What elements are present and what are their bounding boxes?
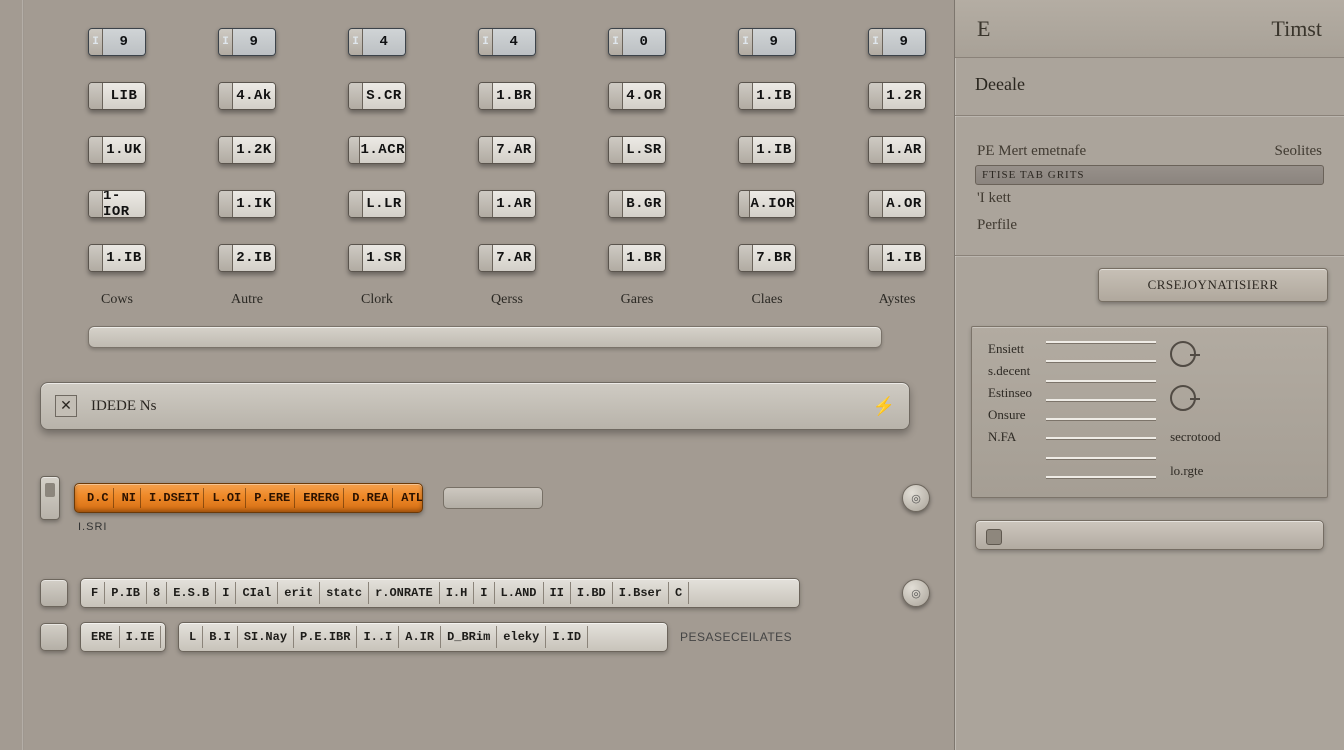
column-label: Claes — [738, 292, 796, 308]
grid-cell[interactable]: 7.AR — [478, 244, 536, 272]
track-toggle[interactable] — [40, 476, 60, 520]
column-label: Clork — [348, 292, 406, 308]
grid-cell[interactable]: 1.2K — [218, 136, 276, 164]
grid-cell[interactable]: 1.ACR — [348, 136, 406, 164]
grid-cell[interactable]: LIB — [88, 82, 146, 110]
grid-cell[interactable]: 1.BR — [478, 82, 536, 110]
tab-strip: ✕ IDEDE Ns ⚡ — [40, 382, 910, 430]
header-cell[interactable]: I0 — [608, 28, 666, 56]
column-label: Autre — [218, 292, 276, 308]
inspector-panel: E Timst Deeale PE Mert emetnafe Seolites… — [954, 0, 1344, 750]
grid-cell[interactable]: 7.BR — [738, 244, 796, 272]
list-header: PE Mert emetnafe Seolites — [975, 138, 1324, 165]
column-labels: Cows Autre Clork Qerss Gares Claes Ayste… — [40, 292, 930, 308]
grid-cell[interactable]: 1.SR — [348, 244, 406, 272]
grid-cell[interactable]: 1.IB — [88, 244, 146, 272]
grid-cell[interactable]: 1.2R — [868, 82, 926, 110]
tab-close-button[interactable]: ✕ — [55, 395, 77, 417]
grid-cell[interactable]: 1-IOR — [88, 190, 146, 218]
sequence-row: FP.IB8 E.S.BICIal eritstatcr.ONRATE I.HI… — [40, 578, 930, 608]
row-meta-label: PESASECEILATES — [680, 630, 790, 644]
inspector-header: E Timst — [955, 0, 1344, 58]
header-cell[interactable]: I4 — [348, 28, 406, 56]
grid-cell[interactable]: 4.Ak — [218, 82, 276, 110]
sequence-row: EREI.IEO LB.ISI.Nay P.E.IBRI..IA.IR D_BR… — [40, 622, 930, 652]
parameters-box: Ensiett s.decent Estinseo Onsure N.FA se… — [971, 326, 1328, 498]
grid-cell[interactable]: A.IOR — [738, 190, 796, 218]
grid-row: 1.IB 2.IB 1.SR 7.AR 1.BR 7.BR 1.IB — [40, 244, 930, 272]
grid-cell[interactable]: L.SR — [608, 136, 666, 164]
grid-cell[interactable]: L.LR — [348, 190, 406, 218]
section-title: Deeale — [975, 74, 1324, 95]
dial-control[interactable] — [1170, 385, 1196, 411]
tab-label[interactable]: IDEDE Ns — [91, 398, 156, 415]
grid-cell[interactable]: 2.IB — [218, 244, 276, 272]
grid-cell[interactable]: S.CR — [348, 82, 406, 110]
grid-row: 1-IOR 1.IK L.LR 1.AR B.GR A.IOR A.OR — [40, 190, 930, 218]
action-button[interactable]: CRSEJOYNATISIERR — [1098, 268, 1328, 302]
column-label: Aystes — [868, 292, 926, 308]
column-label: Cows — [88, 292, 146, 308]
param-label: Ensiett — [988, 341, 1032, 357]
header-cell[interactable]: I9 — [218, 28, 276, 56]
list-item[interactable]: Perfile — [975, 212, 1324, 239]
param-side-label: lo.rgte — [1170, 463, 1203, 479]
grid-cell[interactable]: 1.IK — [218, 190, 276, 218]
header-right-label: Timst — [1271, 16, 1322, 42]
sequence-clip[interactable]: FP.IB8 E.S.BICIal eritstatcr.ONRATE I.HI… — [80, 578, 800, 608]
header-cell[interactable]: I9 — [868, 28, 926, 56]
header-left-label: E — [977, 16, 990, 42]
list-section: PE Mert emetnafe Seolites FTISE TAB GRIT… — [955, 116, 1344, 256]
grid-cell[interactable]: A.OR — [868, 190, 926, 218]
row-pad[interactable] — [40, 579, 68, 607]
list-item-selected[interactable]: FTISE TAB GRITS — [975, 165, 1324, 185]
dial-control[interactable] — [1170, 341, 1196, 367]
param-label: Onsure — [988, 407, 1032, 423]
param-label: N.FA — [988, 429, 1032, 445]
grid-row: 1.UK 1.2K 1.ACR 7.AR L.SR 1.IB 1.AR — [40, 136, 930, 164]
column-label: Gares — [608, 292, 666, 308]
sequence-clip-short[interactable]: EREI.IEO — [80, 622, 166, 652]
grid-cell[interactable]: 1.AR — [868, 136, 926, 164]
column-label: Qerss — [478, 292, 536, 308]
grid-cell[interactable]: 1.IB — [738, 136, 796, 164]
param-label: Estinseo — [988, 385, 1032, 401]
details-section: Deeale — [955, 58, 1344, 116]
grid-cell[interactable]: B.GR — [608, 190, 666, 218]
scrollbar[interactable] — [88, 326, 882, 348]
sequence-rows: FP.IB8 E.S.BICIal eritstatcr.ONRATE I.HI… — [40, 578, 930, 652]
grid-cell[interactable]: 1.BR — [608, 244, 666, 272]
param-side-label: secrotood — [1170, 429, 1221, 445]
grid-row: LIB 4.Ak S.CR 1.BR 4.OR 1.IB 1.2R — [40, 82, 930, 110]
row-pad[interactable] — [40, 623, 68, 651]
level-meter-icon — [1046, 341, 1156, 479]
grid-cell[interactable]: 1.UK — [88, 136, 146, 164]
clip-tail[interactable] — [443, 487, 543, 509]
header-cell[interactable]: I9 — [88, 28, 146, 56]
main-panel: I9 I9 I4 I4 I0 I9 I9 LIB 4.Ak S.CR 1.BR … — [0, 0, 954, 750]
grid-cell[interactable]: 7.AR — [478, 136, 536, 164]
row-knob-icon[interactable]: ◎ — [902, 579, 930, 607]
data-grid: I9 I9 I4 I4 I0 I9 I9 LIB 4.Ak S.CR 1.BR … — [40, 24, 930, 362]
track-region: I.SRI D.C NI I.DSEIT L.OI P.ERE ERERG D.… — [40, 476, 930, 520]
grid-cell[interactable]: 1.IB — [868, 244, 926, 272]
grid-cell[interactable]: 1.AR — [478, 190, 536, 218]
header-cell[interactable]: I9 — [738, 28, 796, 56]
param-label: s.decent — [988, 363, 1032, 379]
grid-header-row: I9 I9 I4 I4 I0 I9 I9 — [40, 28, 930, 56]
sequence-clip[interactable]: LB.ISI.Nay P.E.IBRI..IA.IR D_BRimelekyI.… — [178, 622, 668, 652]
active-clip[interactable]: D.C NI I.DSEIT L.OI P.ERE ERERG D.REA AT… — [74, 483, 423, 513]
track-toggle-label: I.SRI — [78, 521, 107, 533]
inspector-slider[interactable] — [975, 520, 1324, 550]
list-item[interactable]: 'I kett — [975, 185, 1324, 212]
grid-cell[interactable]: 4.OR — [608, 82, 666, 110]
knob-icon[interactable]: ◎ — [902, 484, 930, 512]
grid-cell[interactable]: 1.IB — [738, 82, 796, 110]
bolt-icon[interactable]: ⚡ — [873, 396, 895, 417]
header-cell[interactable]: I4 — [478, 28, 536, 56]
